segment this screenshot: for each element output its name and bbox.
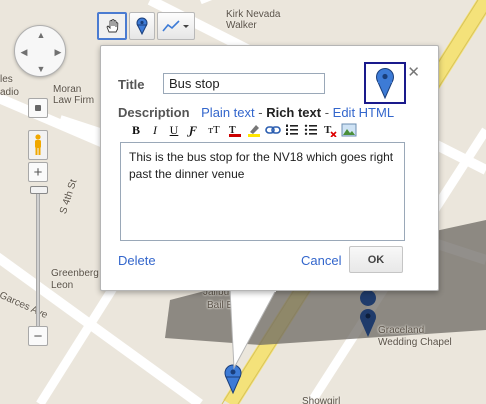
map-label-graceland: Graceland [378, 325, 425, 336]
plain-text-link[interactable]: Plain text [201, 105, 254, 120]
map-label-kirk: Kirk Nevada Walker [226, 9, 281, 31]
my-location-button[interactable] [28, 98, 48, 118]
location-icon [35, 105, 41, 111]
rich-text-toolbar: B I U Ƒ тT T T [128, 122, 357, 138]
rich-text-option[interactable]: Rich text [266, 105, 321, 120]
font-button[interactable]: Ƒ [185, 122, 201, 138]
description-label: Description [118, 105, 190, 120]
zoom-in-button[interactable]: + [28, 162, 48, 182]
line-tool-button[interactable] [157, 12, 195, 40]
chevron-down-icon [183, 25, 189, 28]
cancel-link[interactable]: Cancel [301, 253, 341, 268]
bulleted-list-button[interactable] [303, 122, 319, 138]
highlight-button[interactable] [246, 122, 262, 138]
remove-format-icon: T [324, 124, 337, 137]
bold-button[interactable]: B [128, 122, 144, 138]
highlight-icon [248, 125, 260, 137]
map-label-moran: Moran [53, 84, 82, 95]
icon-picker-button[interactable] [364, 62, 406, 104]
placemark-tool-button[interactable] [129, 12, 155, 40]
placemark-edit-dialog: ✕ Title Description Plain text - Rich te… [100, 45, 439, 291]
pan-up-button[interactable]: ▲ [34, 28, 48, 42]
link-icon [265, 126, 281, 134]
description-editor[interactable]: This is the bus stop for the NV18 which … [120, 142, 405, 241]
numbered-list-button[interactable] [284, 122, 300, 138]
close-button[interactable]: ✕ [407, 63, 420, 81]
underline-button[interactable]: U [166, 122, 182, 138]
zoom-slider-track[interactable] [36, 190, 40, 328]
text-color-icon: T [229, 125, 241, 137]
image-icon [341, 123, 357, 137]
map-label-les: les [0, 74, 13, 85]
street-view-pegman[interactable] [28, 130, 48, 160]
pan-right-button[interactable]: ▶ [51, 45, 65, 59]
drawing-toolbar [97, 12, 195, 40]
title-label: Title [118, 77, 145, 92]
map-label-leon: Leon [51, 280, 74, 291]
pan-down-button[interactable]: ▼ [34, 62, 48, 76]
line-icon [162, 20, 189, 32]
delete-link[interactable]: Delete [118, 253, 156, 268]
hand-icon [106, 18, 119, 33]
ok-button[interactable]: OK [349, 246, 403, 273]
text-color-button[interactable]: T [227, 122, 243, 138]
zoom-out-button[interactable]: − [28, 326, 48, 346]
map-label-law-firm: Law Firm [53, 95, 95, 106]
zoom-slider-thumb[interactable] [30, 186, 48, 194]
map-label-wedding-chapel: Wedding Chapel [378, 337, 452, 348]
font-size-button[interactable]: тT [204, 122, 224, 138]
placemark-icon [376, 68, 394, 99]
link-button[interactable] [265, 122, 281, 138]
mode-separator: - [254, 105, 267, 120]
title-input[interactable] [163, 73, 325, 94]
svg-text:T: T [324, 124, 332, 136]
bulleted-list-icon [304, 124, 317, 135]
remove-format-button[interactable]: T [322, 122, 338, 138]
insert-image-button[interactable] [341, 122, 357, 138]
description-row: Description Plain text - Rich text - Edi… [118, 105, 394, 120]
numbered-list-icon [286, 124, 298, 135]
placemark-icon [136, 17, 148, 35]
map-label-greenberg: Greenberg [51, 268, 99, 279]
map-label-adio: adio [0, 87, 19, 98]
italic-button[interactable]: I [147, 122, 163, 138]
map-label-showgirl: Showgirl [302, 396, 341, 404]
mode-separator: - [321, 105, 333, 120]
pegman-icon [35, 134, 41, 155]
dialog-pointer [229, 290, 277, 370]
pan-left-button[interactable]: ◀ [17, 45, 31, 59]
edit-html-link[interactable]: Edit HTML [333, 105, 394, 120]
hand-tool-button[interactable] [97, 12, 127, 40]
pan-control: ▲ ▼ ◀ ▶ [14, 25, 66, 77]
